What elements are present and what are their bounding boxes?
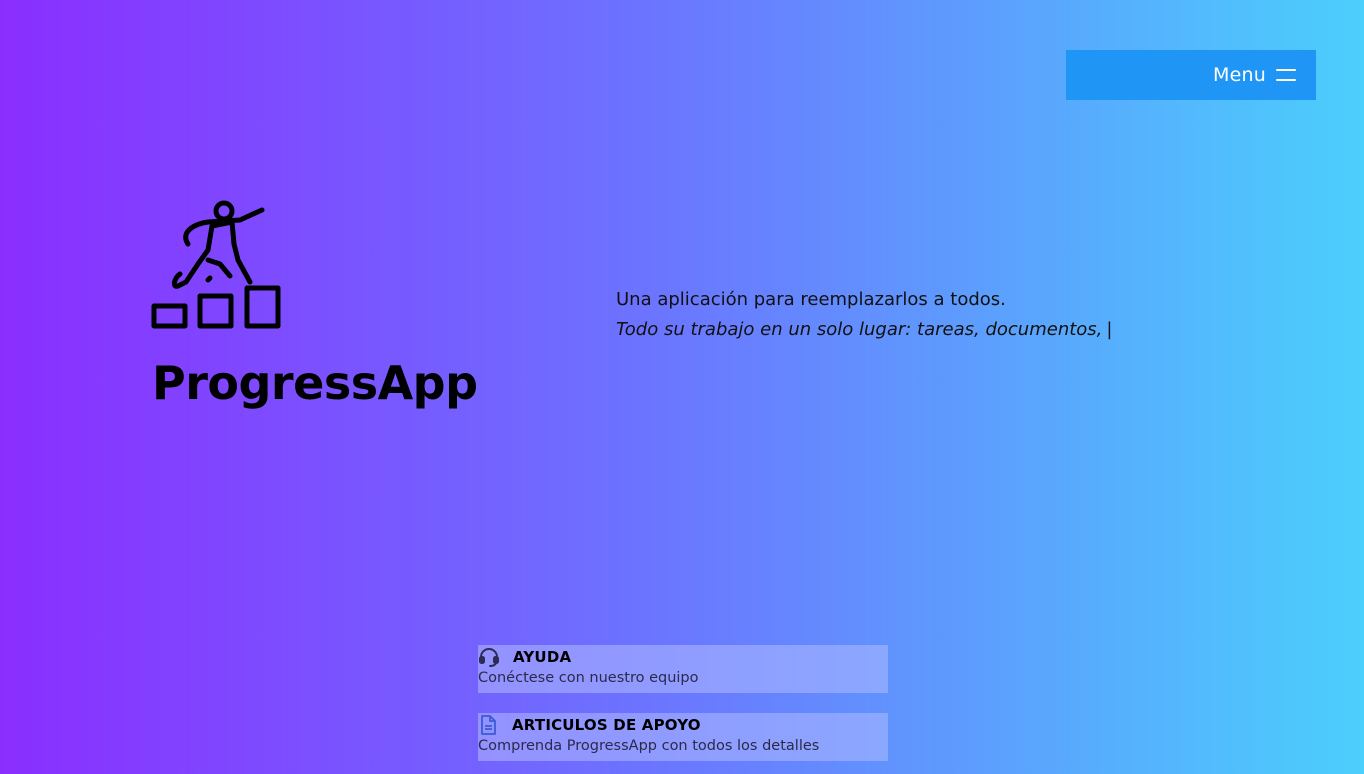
tagline-line1: Una aplicación para reemplazarlos a todo… [616,289,1006,310]
person-climbing-steps-icon [151,200,281,329]
hamburger-icon [1276,69,1296,81]
menu-button[interactable]: Menu [1066,50,1316,100]
typewriter-cursor: | [1106,319,1113,340]
document-icon [481,715,496,735]
app-title: ProgressApp [152,356,478,410]
help-card[interactable]: AYUDA Conéctese con nuestro equipo [478,645,888,693]
support-articles-card[interactable]: ARTICULOS DE APOYO Comprenda ProgressApp… [478,713,888,761]
typewriter-text: Todo su trabajo en un solo lugar: tareas… [616,319,1103,340]
tagline-line2: Todo su trabajo en un solo lugar: tareas… [616,315,1112,345]
headset-icon [479,648,499,667]
support-articles-card-description: Comprenda ProgressApp con todos los deta… [478,738,820,754]
help-card-title: AYUDA [513,648,572,666]
help-card-description: Conéctese con nuestro equipo [478,670,699,686]
menu-label: Menu [1213,64,1266,86]
tagline: Una aplicación para reemplazarlos a todo… [616,285,1112,345]
support-articles-card-title: ARTICULOS DE APOYO [512,716,701,734]
